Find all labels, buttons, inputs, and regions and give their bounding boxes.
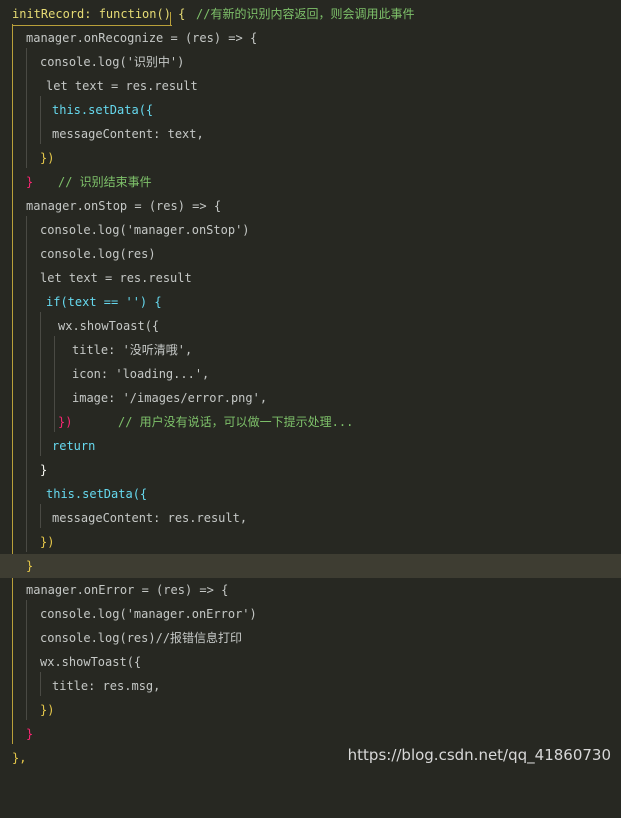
- code-line[interactable]: } // 识别结束事件: [0, 170, 621, 194]
- code-text: messageContent: res.result,: [52, 511, 248, 525]
- code-line[interactable]: manager.onRecognize = (res) => {: [0, 26, 621, 50]
- code-text: }: [26, 559, 34, 573]
- code-comment: // 用户没有说话，可以做一下提示处理...: [118, 415, 354, 429]
- code-line[interactable]: let text = res.result: [0, 74, 621, 98]
- code-text: console.log('识别中'): [40, 55, 185, 69]
- code-text: this.setData({: [52, 103, 154, 117]
- code-text: image: '/images/error.png',: [72, 391, 268, 405]
- code-text: wx.showToast({: [40, 655, 142, 669]
- code-line[interactable]: manager.onStop = (res) => {: [0, 194, 621, 218]
- code-text: let text = res.result: [46, 79, 198, 93]
- code-text: }): [40, 151, 55, 165]
- code-line[interactable]: let text = res.result: [0, 266, 621, 290]
- code-line[interactable]: }): [0, 146, 621, 170]
- code-line[interactable]: manager.onError = (res) => {: [0, 578, 621, 602]
- code-text: manager.onStop = (res) => {: [26, 199, 222, 213]
- code-line[interactable]: icon: 'loading...',: [0, 362, 621, 386]
- code-line[interactable]: }): [0, 530, 621, 554]
- code-text: },: [12, 751, 27, 765]
- code-text: this.setData({: [46, 487, 148, 501]
- code-line[interactable]: console.log(res)//报错信息打印: [0, 626, 621, 650]
- code-line[interactable]: console.log('识别中'): [0, 50, 621, 74]
- code-text: if(text == '') {: [46, 295, 162, 309]
- current-line[interactable]: }: [0, 554, 621, 578]
- code-line[interactable]: this.setData({: [0, 98, 621, 122]
- code-text: return: [52, 439, 96, 453]
- code-text: manager.onError = (res) => {: [26, 583, 229, 597]
- code-text: console.log(res)//报错信息打印: [40, 631, 243, 645]
- code-text: }: [26, 175, 34, 189]
- code-line[interactable]: }: [0, 722, 621, 746]
- code-text: console.log('manager.onError'): [40, 607, 257, 621]
- code-text: initRecord: function() {: [12, 7, 186, 21]
- code-line[interactable]: title: '没听清哦',: [0, 338, 621, 362]
- code-line[interactable]: wx.showToast({: [0, 314, 621, 338]
- code-text: console.log(res): [40, 247, 156, 261]
- code-line[interactable]: }: [0, 458, 621, 482]
- code-text: wx.showToast({: [58, 319, 160, 333]
- code-line[interactable]: console.log('manager.onStop'): [0, 218, 621, 242]
- code-text: }: [40, 463, 48, 477]
- code-text: icon: 'loading...',: [72, 367, 210, 381]
- code-text: }): [40, 535, 55, 549]
- code-line[interactable]: title: res.msg,: [0, 674, 621, 698]
- code-comment: // 识别结束事件: [58, 175, 152, 189]
- code-line[interactable]: wx.showToast({: [0, 650, 621, 674]
- code-line[interactable]: initRecord: function() { //有新的识别内容返回，则会调…: [0, 2, 621, 26]
- code-line[interactable]: this.setData({: [0, 482, 621, 506]
- code-line[interactable]: messageContent: res.result,: [0, 506, 621, 530]
- code-line[interactable]: console.log(res): [0, 242, 621, 266]
- code-text: messageContent: text,: [52, 127, 204, 141]
- code-text: title: '没听清哦',: [72, 343, 193, 357]
- code-text: manager.onRecognize = (res) => {: [26, 31, 258, 45]
- code-line[interactable]: }): [0, 698, 621, 722]
- code-text: title: res.msg,: [52, 679, 161, 693]
- code-text: let text = res.result: [40, 271, 192, 285]
- code-editor[interactable]: initRecord: function() { //有新的识别内容返回，则会调…: [0, 0, 621, 774]
- code-comment: //有新的识别内容返回，则会调用此事件: [196, 7, 415, 21]
- code-line[interactable]: console.log('manager.onError'): [0, 602, 621, 626]
- code-line[interactable]: if(text == '') {: [0, 290, 621, 314]
- code-line[interactable]: }) // 用户没有说话，可以做一下提示处理...: [0, 410, 621, 434]
- code-line[interactable]: messageContent: text,: [0, 122, 621, 146]
- code-text: }): [40, 703, 55, 717]
- code-line[interactable]: image: '/images/error.png',: [0, 386, 621, 410]
- watermark: https://blog.csdn.net/qq_41860730: [347, 746, 611, 764]
- code-line[interactable]: return: [0, 434, 621, 458]
- code-text: console.log('manager.onStop'): [40, 223, 250, 237]
- code-text: }): [58, 415, 73, 429]
- code-text: }: [26, 727, 34, 741]
